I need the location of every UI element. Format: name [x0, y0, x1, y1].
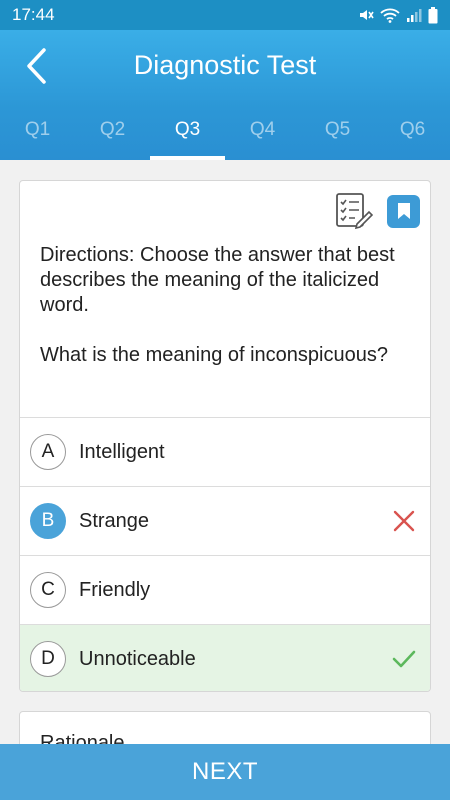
card-tools — [333, 191, 420, 231]
tab-q5[interactable]: Q5 — [300, 110, 375, 160]
option-text: Unnoticeable — [79, 647, 196, 670]
status-bar: 17:44 — [0, 0, 450, 30]
option-text: Strange — [79, 509, 150, 532]
bookmark-button[interactable] — [387, 194, 420, 228]
question-tabs: Q1 Q2 Q3 Q4 Q5 Q6 — [0, 110, 450, 160]
wifi-icon — [380, 8, 400, 23]
option-letter: B — [30, 503, 66, 539]
correct-check-icon — [392, 650, 416, 668]
option-letter: D — [30, 641, 66, 677]
content-area[interactable]: Directions: Choose the answer that best … — [0, 160, 450, 744]
option-c[interactable]: C Friendly — [20, 555, 430, 624]
question-directions: Directions: Choose the answer that best … — [40, 244, 395, 316]
page-title: Diagnostic Test — [133, 50, 317, 80]
checklist-button[interactable] — [333, 191, 373, 231]
tab-q6[interactable]: Q6 — [375, 110, 450, 160]
option-text: Friendly — [79, 578, 151, 601]
question-card: Directions: Choose the answer that best … — [19, 180, 431, 692]
option-d[interactable]: D Unnoticeable — [20, 624, 430, 691]
tab-q1[interactable]: Q1 — [0, 110, 75, 160]
question-text: Directions: Choose the answer that best … — [40, 243, 410, 393]
option-text: Intelligent — [79, 440, 165, 463]
bookmark-icon — [397, 203, 410, 219]
status-icons — [358, 6, 438, 24]
option-letter: C — [30, 572, 66, 608]
mute-icon — [360, 10, 374, 20]
battery-icon — [428, 6, 438, 23]
option-a[interactable]: A Intelligent — [20, 417, 430, 486]
tab-q3[interactable]: Q3 — [150, 110, 225, 160]
tab-q2[interactable]: Q2 — [75, 110, 150, 160]
status-time: 17:44 — [12, 5, 55, 24]
rationale-title: Rationale — [40, 732, 125, 744]
next-button[interactable]: NEXT — [0, 744, 450, 800]
rationale-card: Rationale — [19, 711, 431, 744]
checklist-icon — [336, 193, 373, 230]
option-letter: A — [30, 434, 66, 470]
app-header: Diagnostic Test Q1 Q2 Q3 Q4 Q5 Q6 — [0, 30, 450, 160]
option-b[interactable]: B Strange — [20, 486, 430, 555]
signal-icon — [407, 9, 422, 22]
question-prompt: What is the meaning of inconspicuous? — [40, 344, 388, 366]
tab-q4[interactable]: Q4 — [225, 110, 300, 160]
answer-options: A Intelligent B Strange C Friendly D Unn… — [20, 417, 430, 691]
wrong-x-icon — [393, 510, 415, 532]
